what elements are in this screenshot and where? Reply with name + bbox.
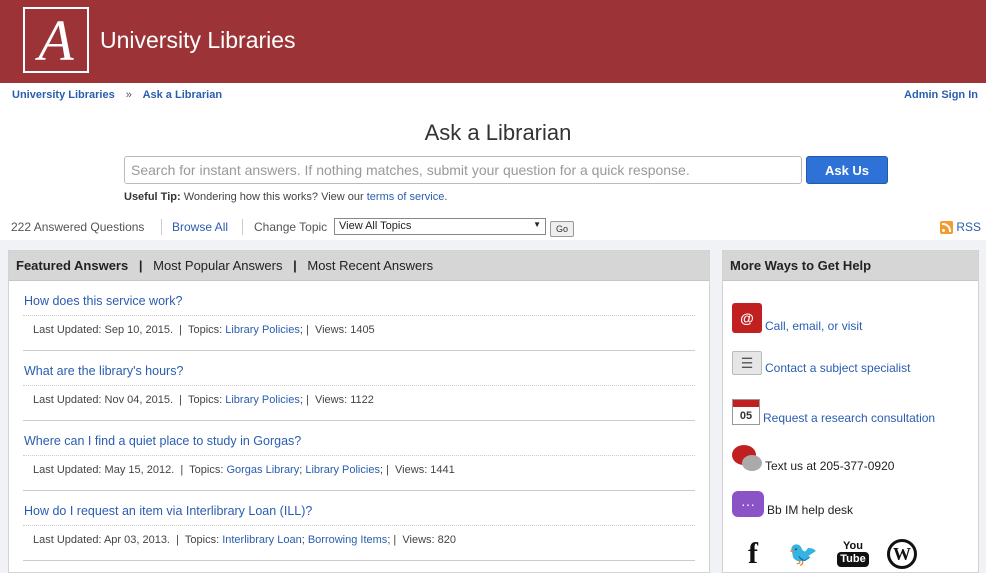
question-item: What are the library's hours? Last Updat… [23, 351, 695, 421]
dropdown-arrow-icon: ▼ [533, 220, 541, 229]
go-button[interactable]: Go [550, 221, 574, 237]
question-meta: Last Updated: Nov 04, 2015. | Topics: Li… [23, 385, 695, 414]
breadcrumb: University Libraries » Ask a Librarian [12, 89, 222, 101]
search-input[interactable] [124, 156, 802, 184]
site-header: A University Libraries [0, 0, 986, 83]
last-updated: Last Updated: Nov 04, 2015. [33, 394, 174, 406]
views-count: Views: 1441 [395, 464, 455, 476]
topics-label: Topics: [189, 464, 224, 476]
youtube-you: You [843, 540, 863, 552]
sidebar-item-label[interactable]: Contact a subject specialist [765, 361, 910, 375]
last-updated: Last Updated: Sep 10, 2015. [33, 324, 174, 336]
useful-tip: Useful Tip: Wondering how this works? Vi… [124, 191, 447, 203]
site-title[interactable]: University Libraries [100, 27, 296, 54]
question-item: How do I request an item via Interlibrar… [23, 491, 695, 561]
breadcrumb-university-libraries[interactable]: University Libraries [12, 89, 115, 101]
topic-link[interactable]: Borrowing Items [308, 534, 387, 546]
topic-link[interactable]: Library Policies [225, 394, 300, 406]
topic-link[interactable]: Library Policies [305, 464, 380, 476]
topic-select-value: View All Topics [339, 220, 412, 232]
tip-text: Wondering how this works? View our [183, 191, 364, 203]
answers-panel: Featured Answers | Most Popular Answers … [8, 250, 710, 573]
youtube-icon[interactable]: You Tube [837, 539, 869, 569]
question-item: How does this service work? Last Updated… [23, 281, 695, 351]
tab-separator: | [138, 258, 143, 273]
sidebar-item-im-help-desk[interactable]: ··· Bb IM help desk [732, 491, 853, 517]
question-toolbar: 222 Answered Questions Browse All Change… [0, 216, 986, 240]
logo-letter: A [38, 8, 74, 73]
views-count: Views: 1122 [314, 394, 374, 406]
sidebar-title: More Ways to Get Help [723, 251, 978, 281]
tab-most-recent-answers[interactable]: Most Recent Answers [307, 258, 433, 273]
page-title: Ask a Librarian [424, 120, 572, 145]
question-item: Where can I find a quiet place to study … [23, 421, 695, 491]
answer-tabs: Featured Answers | Most Popular Answers … [9, 251, 709, 281]
question-link[interactable]: What are the library's hours? [23, 364, 695, 378]
help-sidebar: More Ways to Get Help @ Call, email, or … [722, 250, 979, 573]
twitter-icon[interactable]: 🐦 [787, 539, 819, 569]
last-updated: Last Updated: Apr 03, 2013. [33, 534, 170, 546]
sidebar-item-call-email-visit[interactable]: @ Call, email, or visit [732, 303, 862, 333]
sidebar-item-label[interactable]: Bb IM help desk [767, 503, 853, 517]
sidebar-item-research-consultation[interactable]: 05 Request a research consultation [732, 399, 935, 425]
sidebar-item-subject-specialist[interactable]: ☰ Contact a subject specialist [732, 351, 910, 375]
calendar-icon: 05 [732, 399, 760, 425]
id-card-icon: ☰ [732, 351, 762, 375]
topic-select[interactable]: View All Topics ▼ [334, 218, 546, 235]
breadcrumb-separator: » [125, 89, 132, 101]
last-updated: Last Updated: May 15, 2012. [33, 464, 175, 476]
ask-us-button[interactable]: Ask Us [806, 156, 888, 184]
question-link[interactable]: How do I request an item via Interlibrar… [23, 504, 695, 518]
question-link[interactable]: Where can I find a quiet place to study … [23, 434, 695, 448]
question-link[interactable]: How does this service work? [23, 294, 695, 308]
topics-label: Topics: [187, 324, 223, 336]
breadcrumb-ask-a-librarian[interactable]: Ask a Librarian [143, 89, 222, 101]
question-meta: Last Updated: Apr 03, 2013. | Topics: In… [23, 525, 695, 554]
topic-link[interactable]: Library Policies [225, 324, 300, 336]
tab-most-popular-answers[interactable]: Most Popular Answers [153, 258, 282, 273]
sidebar-item-label[interactable]: Text us at 205-377-0920 [765, 459, 894, 473]
tab-separator: | [293, 258, 297, 273]
toolbar-divider [242, 219, 243, 235]
rss-link[interactable]: RSS [940, 220, 981, 234]
sidebar-item-label[interactable]: Call, email, or visit [765, 319, 862, 333]
terms-of-service-link[interactable]: terms of service [367, 191, 445, 203]
topic-link[interactable]: Gorgas Library [226, 464, 299, 476]
university-logo[interactable]: A [23, 7, 89, 73]
topic-link[interactable]: Interlibrary Loan [222, 534, 302, 546]
im-chat-icon: ··· [732, 491, 764, 517]
tab-featured-answers[interactable]: Featured Answers [16, 258, 128, 273]
youtube-tube: Tube [837, 552, 869, 567]
views-count: Views: 1405 [314, 324, 375, 336]
topics-label: Topics: [187, 394, 223, 406]
chat-bubbles-icon [732, 445, 762, 473]
toolbar-divider [161, 219, 162, 235]
wordpress-icon[interactable]: W [887, 539, 917, 569]
tip-end: . [444, 191, 448, 203]
facebook-icon[interactable]: f [737, 537, 769, 570]
change-topic-label: Change Topic [254, 220, 328, 234]
sidebar-item-text-us[interactable]: Text us at 205-377-0920 [732, 445, 894, 473]
sidebar-item-label[interactable]: Request a research consultation [763, 411, 935, 425]
question-meta: Last Updated: Sep 10, 2015. | Topics: Li… [23, 315, 695, 344]
views-count: Views: 820 [402, 534, 457, 546]
admin-sign-in-link[interactable]: Admin Sign In [904, 89, 978, 101]
tip-label: Useful Tip: [124, 191, 181, 203]
contact-book-icon: @ [732, 303, 762, 333]
topics-label: Topics: [184, 534, 220, 546]
browse-all-link[interactable]: Browse All [172, 220, 228, 234]
rss-icon [940, 220, 954, 234]
rss-label: RSS [956, 220, 981, 234]
answered-count: 222 Answered Questions [11, 220, 145, 234]
social-links: f 🐦 You Tube W [737, 537, 917, 570]
question-meta: Last Updated: May 15, 2012. | Topics: Go… [23, 455, 695, 484]
